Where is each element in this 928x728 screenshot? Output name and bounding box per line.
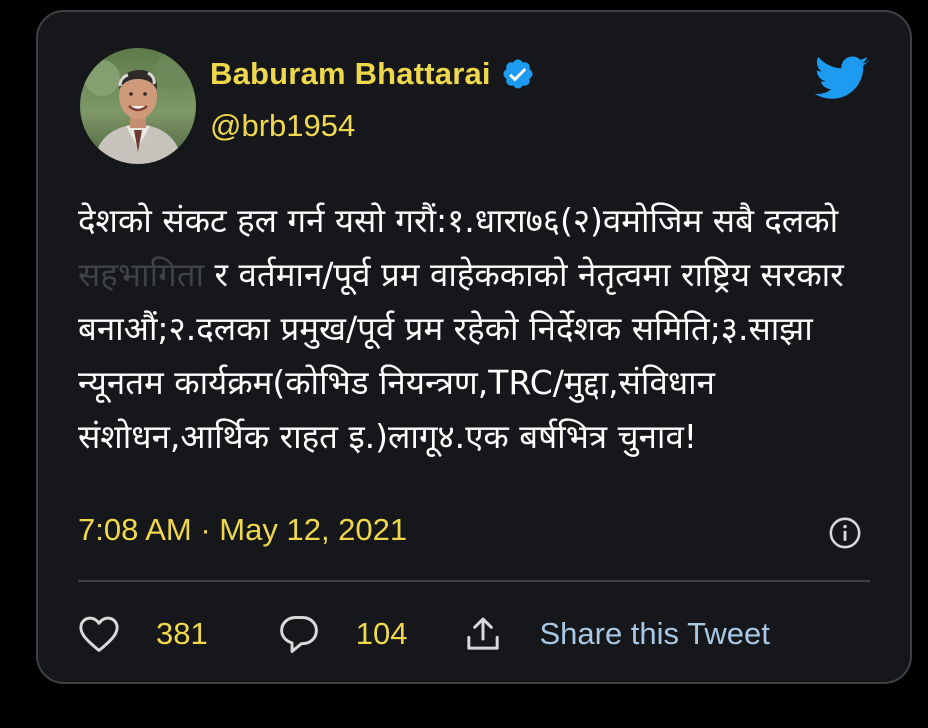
speech-bubble-icon: [278, 614, 320, 654]
reply-count: 104: [355, 616, 408, 651]
avatar[interactable]: [80, 48, 196, 164]
share-button[interactable]: Share this Tweet: [463, 614, 770, 654]
tweet-actions: 381 104 Share this Tweet: [78, 612, 770, 656]
info-icon[interactable]: [828, 516, 862, 555]
tweet-timestamp[interactable]: 7:08 AM · May 12, 2021: [78, 512, 407, 548]
like-count: 381: [156, 616, 208, 651]
upload-share-icon: [463, 614, 503, 654]
share-label: Share this Tweet: [539, 616, 770, 651]
divider: [78, 580, 870, 582]
author-name-row[interactable]: Baburam Bhattarai: [210, 56, 535, 92]
reply-button[interactable]: 104: [278, 614, 408, 654]
tweet-text-part: देशको संकट हल गर्न यसो गरौं:१.धारा७६(२)व…: [78, 201, 849, 240]
tweet-card[interactable]: Baburam Bhattarai @brb1954 देशको संकट हल…: [36, 10, 912, 684]
twitter-bird-icon[interactable]: [814, 56, 870, 107]
tweet-text-faded-word: सहभागिता: [78, 255, 205, 294]
tweet-text: देशको संकट हल गर्न यसो गरौं:१.धारा७६(२)व…: [78, 194, 878, 464]
author-handle[interactable]: @brb1954: [210, 108, 355, 144]
author-display-name[interactable]: Baburam Bhattarai: [210, 56, 491, 92]
verified-badge-icon: [501, 57, 535, 91]
heart-icon: [78, 615, 120, 653]
like-button[interactable]: 381: [78, 615, 208, 653]
